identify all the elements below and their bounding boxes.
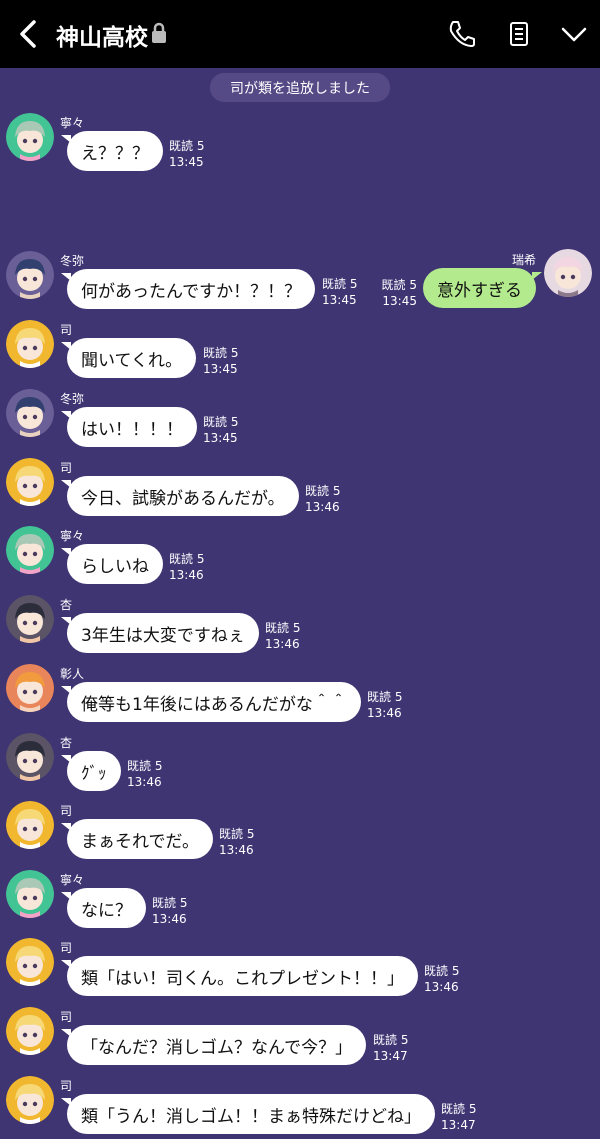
message-meta: 既読 5 13:46 — [424, 963, 459, 995]
message-time: 13:47 — [441, 1118, 476, 1132]
message-time: 13:45 — [203, 362, 238, 376]
message-bubble[interactable]: 類「はい！司くん。これプレゼント！！」 — [61, 956, 418, 996]
sender-name: 寧々 — [60, 116, 85, 130]
message-meta: 既読 5 13:46 — [219, 826, 254, 858]
sender-name: 司 — [60, 941, 73, 955]
sender-name: 司 — [60, 323, 73, 337]
message-meta: 既読 5 13:46 — [367, 689, 402, 721]
message-time: 13:46 — [424, 980, 459, 994]
read-receipt: 既読 5 — [152, 896, 188, 910]
avatar[interactable] — [6, 320, 54, 368]
message-time: 13:45 — [382, 294, 417, 308]
read-receipt: 既読 5 — [169, 552, 205, 566]
message-time: 13:46 — [305, 500, 340, 514]
message-bubble[interactable]: 3年生は大変ですねぇ — [61, 613, 259, 653]
read-receipt: 既読 5 — [203, 415, 239, 429]
sender-name: 寧々 — [60, 529, 85, 543]
message-bubble[interactable]: 聞いてくれ。 — [60, 338, 197, 378]
message-time: 13:45 — [169, 155, 204, 169]
avatar[interactable] — [6, 251, 54, 299]
read-receipt: 既読 5 — [441, 1102, 477, 1116]
message-meta: 既読 5 13:46 — [305, 483, 340, 515]
back-icon[interactable] — [14, 18, 44, 50]
read-receipt: 既読 5 — [305, 484, 341, 498]
sender-name: 杏 — [60, 598, 73, 612]
message-bubble[interactable]: らしいね — [61, 544, 163, 584]
message-bubble[interactable]: なに？ — [61, 888, 146, 928]
message-meta: 既読 5 13:46 — [169, 551, 204, 583]
message-time: 13:47 — [373, 1049, 408, 1063]
read-receipt: 既読 5 — [127, 759, 163, 773]
message-time: 13:46 — [219, 843, 254, 857]
read-receipt: 既読 5 — [381, 278, 417, 292]
message-time: 13:45 — [322, 293, 357, 307]
avatar[interactable] — [544, 249, 592, 297]
message-meta: 既読 5 13:46 — [152, 895, 187, 927]
sender-name: 寧々 — [60, 873, 85, 887]
message-time: 13:46 — [152, 912, 187, 926]
avatar[interactable] — [6, 664, 54, 712]
message-time: 13:46 — [367, 706, 402, 720]
avatar[interactable] — [6, 526, 54, 574]
sender-name: 司 — [60, 804, 73, 818]
message-time: 13:46 — [169, 568, 204, 582]
message-bubble[interactable]: まぁそれでだ。 — [61, 819, 213, 859]
avatar[interactable] — [6, 733, 54, 781]
message-meta: 既読 5 13:45 — [203, 345, 238, 377]
chat-header: 神山高校 — [0, 0, 600, 68]
message-time: 13:45 — [203, 431, 238, 445]
avatar[interactable] — [6, 458, 54, 506]
read-receipt: 既読 5 — [373, 1033, 409, 1047]
read-receipt: 既読 5 — [203, 346, 239, 360]
sender-name: 冬弥 — [60, 392, 85, 406]
message-bubble[interactable]: 「なんだ？消しゴム？なんで今？」 — [60, 1025, 367, 1065]
sender-name: 彰人 — [60, 667, 85, 681]
sender-name: 司 — [60, 1010, 73, 1024]
message-bubble[interactable]: 何があったんですか！？！？ — [60, 269, 316, 309]
read-receipt: 既読 5 — [322, 277, 358, 291]
lock-icon — [152, 22, 166, 43]
system-message: 司が類を追放しました — [210, 73, 390, 102]
sender-name: 冬弥 — [60, 254, 85, 268]
message-meta: 既読 5 13:45 — [382, 277, 417, 309]
avatar[interactable] — [6, 113, 54, 161]
read-receipt: 既読 5 — [219, 827, 255, 841]
phone-icon[interactable] — [446, 18, 478, 50]
message-bubble[interactable]: 俺等も1年後にはあるんだがな＾＾ — [61, 682, 361, 722]
message-meta: 既読 5 13:46 — [127, 758, 162, 790]
chevron-down-icon[interactable] — [558, 18, 590, 50]
avatar[interactable] — [6, 1076, 54, 1124]
message-bubble[interactable]: 今日、試験があるんだが。 — [61, 476, 299, 516]
sender-name: 杏 — [60, 736, 73, 750]
sender-name: 司 — [60, 461, 73, 475]
avatar[interactable] — [6, 938, 54, 986]
read-receipt: 既読 5 — [169, 139, 205, 153]
avatar[interactable] — [6, 389, 54, 437]
message-bubble[interactable]: 類「うん！消しゴム！！まぁ特殊だけどね」 — [61, 1094, 435, 1134]
message-meta: 既読 5 13:47 — [441, 1101, 476, 1133]
message-meta: 既読 5 13:47 — [373, 1032, 408, 1064]
chat-title: 神山高校 — [56, 25, 148, 51]
read-receipt: 既読 5 — [265, 621, 301, 635]
read-receipt: 既読 5 — [367, 690, 403, 704]
avatar[interactable] — [6, 801, 54, 849]
read-receipt: 既読 5 — [424, 964, 460, 978]
sender-name: 瑞希 — [511, 253, 536, 267]
message-time: 13:46 — [127, 775, 162, 789]
message-bubble[interactable]: ｸﾞｯ — [61, 751, 121, 791]
message-time: 13:46 — [265, 637, 300, 651]
message-bubble[interactable]: はい！！！！ — [61, 407, 197, 447]
message-bubble[interactable]: 意外すぎる — [423, 268, 542, 308]
notes-icon[interactable] — [503, 18, 535, 50]
message-meta: 既読 5 13:45 — [322, 276, 357, 308]
avatar[interactable] — [6, 595, 54, 643]
avatar[interactable] — [6, 870, 54, 918]
message-meta: 既読 5 13:46 — [265, 620, 300, 652]
avatar[interactable] — [6, 1007, 54, 1055]
message-meta: 既読 5 13:45 — [169, 138, 204, 170]
message-bubble[interactable]: え？？？ — [61, 131, 163, 171]
message-meta: 既読 5 13:45 — [203, 414, 238, 446]
sender-name: 司 — [60, 1079, 73, 1093]
